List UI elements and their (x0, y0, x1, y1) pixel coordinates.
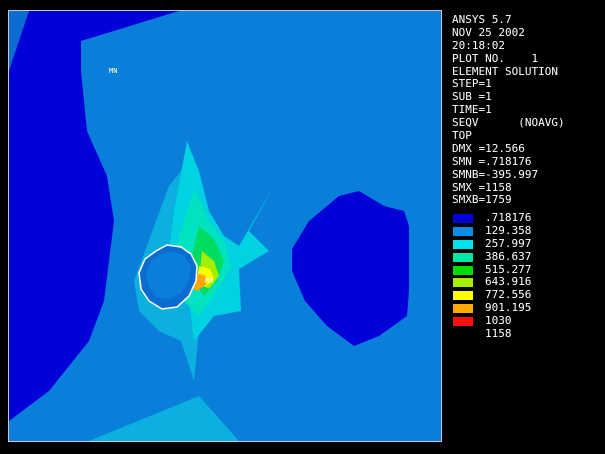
legend-max-value: 1158 (485, 327, 512, 341)
contour-plot-viewport[interactable]: MN MX (8, 10, 442, 442)
legend-value: 386.637 (485, 249, 532, 263)
info-line: SMN =.718176 (452, 154, 532, 168)
legend-row: 901.195 (452, 301, 602, 315)
legend-row: 257.997 (452, 236, 602, 251)
legend-swatch (453, 226, 473, 236)
legend-swatch (453, 304, 473, 314)
info-line: TOP (452, 129, 472, 143)
info-line: SMNB=-395.997 (452, 167, 539, 181)
min-marker-label: MN (109, 67, 117, 75)
info-line: ANSYS 5.7 (452, 13, 512, 26)
legend-row-max: 1158 (452, 327, 602, 341)
legend-swatch (453, 291, 473, 301)
legend-row: .718176 (452, 211, 602, 225)
max-marker-label: MX (205, 277, 214, 285)
legend-swatch (453, 317, 473, 327)
info-line: SMXB=1759 (452, 193, 512, 207)
legend-swatch (453, 239, 473, 249)
info-line: PLOT NO. 1 (452, 51, 539, 65)
stress-contour-plot: MN MX (9, 11, 441, 441)
info-line: SEQV (NOAVG) (452, 116, 565, 130)
legend-swatch (453, 265, 473, 275)
plot-info-panel: ANSYS 5.7 NOV 25 2002 20:18:02 PLOT NO. 1 EL… (452, 13, 602, 207)
contour-legend: .718176 129.358 257.997 386.637 515.277 643.9… (452, 211, 602, 341)
info-line: NOV 25 2002 (452, 25, 525, 39)
legend-row: 1030 (452, 314, 602, 328)
legend-swatch (453, 252, 473, 262)
legend-value: 257.997 (485, 236, 532, 250)
legend-row: 129.358 (452, 223, 602, 238)
info-line: DMX =12.566 (452, 141, 525, 155)
legend-value: 129.358 (485, 223, 532, 237)
legend-row: 386.637 (452, 249, 602, 264)
legend-swatch (453, 278, 473, 288)
legend-swatch (453, 214, 473, 223)
legend-value: .718176 (485, 211, 532, 224)
info-line: 20:18:02 (452, 38, 505, 52)
